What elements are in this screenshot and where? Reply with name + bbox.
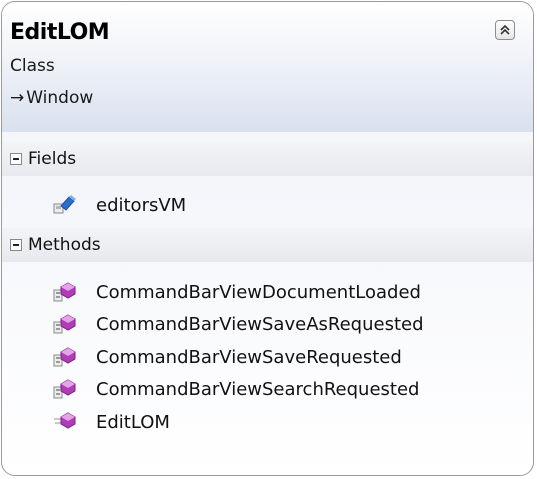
method-name: EditLOM — [96, 411, 170, 433]
method-item[interactable]: CommandBarViewSaveAsRequested — [52, 309, 424, 339]
method-name: CommandBarViewSearchRequested — [96, 378, 420, 400]
collapse-section-icon[interactable] — [10, 239, 22, 251]
field-item[interactable]: editorsVM — [52, 190, 186, 220]
private-method-icon — [53, 314, 76, 334]
fields-label: Fields — [28, 149, 77, 169]
inheritance-arrow-icon: → — [10, 88, 25, 108]
private-method-icon — [53, 347, 76, 367]
fields-section-header[interactable]: Fields — [2, 142, 533, 176]
method-item[interactable]: EditLOM — [52, 407, 170, 437]
methods-label: Methods — [28, 235, 101, 255]
field-icon — [53, 195, 76, 214]
private-method-icon — [53, 282, 76, 302]
double-chevron-up-icon — [500, 24, 510, 35]
base-class: → Window — [10, 88, 93, 108]
method-name: CommandBarViewDocumentLoaded — [96, 281, 421, 303]
method-name: CommandBarViewSaveAsRequested — [96, 313, 424, 335]
private-method-icon — [53, 379, 76, 399]
method-item[interactable]: CommandBarViewSaveRequested — [52, 342, 402, 372]
class-shape[interactable]: EditLOM Class → Window Fields editorsVM … — [1, 1, 534, 476]
methods-section-header[interactable]: Methods — [2, 228, 533, 262]
collapse-button[interactable] — [495, 20, 515, 40]
public-method-icon — [54, 412, 76, 429]
class-header: EditLOM Class → Window — [2, 2, 533, 132]
method-name: CommandBarViewSaveRequested — [96, 346, 402, 368]
class-stereotype: Class — [10, 56, 55, 76]
base-class-name: Window — [26, 88, 94, 108]
method-item[interactable]: CommandBarViewSearchRequested — [52, 374, 419, 404]
class-name[interactable]: EditLOM — [10, 20, 110, 45]
collapse-section-icon[interactable] — [10, 153, 22, 165]
method-item[interactable]: CommandBarViewDocumentLoaded — [52, 277, 421, 307]
field-name: editorsVM — [96, 194, 187, 216]
